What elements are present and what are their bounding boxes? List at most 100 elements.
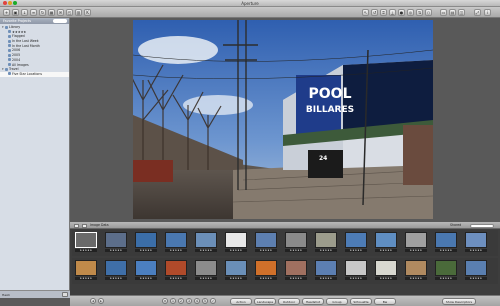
book-button[interactable]: ▥ [75,9,82,16]
thumbnail-rating: ★★★★★ [135,277,157,280]
thumbnail[interactable]: ★★★★★ [374,260,398,281]
browser-bar-right-label: Shared [450,223,462,227]
web-gallery-button[interactable]: ◰ [66,9,73,16]
rotate-button[interactable]: ↻ [39,9,46,16]
keyword-button-outdoor[interactable]: Outdoor [278,298,300,305]
thumbnail-image [105,260,127,276]
sidebar-item-label: All Images [12,62,29,67]
stack-button[interactable]: ≡ [30,9,37,16]
thumbnail-image [195,232,217,248]
thumbnail[interactable]: ★★★★★ [194,260,218,281]
new-project-button[interactable]: + [3,9,10,16]
browser-search-field[interactable] [470,223,494,228]
thumbnail[interactable]: ★★★★★ [314,232,338,253]
smart-album-icon [8,34,11,38]
keyword-button-silhouette[interactable]: Silhouette [350,298,372,305]
email-button[interactable]: ✉ [57,9,64,16]
viewer-mode-button[interactable]: ▭ [440,9,447,16]
lift-stamp-tool-button[interactable]: ⇅ [416,9,423,16]
sidebar-item-label: Five Star Locations [12,71,43,76]
thumbnail-rating: ★★★★★ [315,249,337,252]
straighten-tool-button[interactable]: ⟂ [389,9,396,16]
loupe-tool-button[interactable]: ○ [425,9,432,16]
next-image-button[interactable]: ▸ [98,298,104,304]
keyword-button[interactable]: K [84,9,91,16]
thumbnail[interactable]: ★★★★★ [284,260,308,281]
keyword-button-headshot[interactable]: Headshot [302,298,324,305]
crop-tool-button[interactable]: ⌗ [380,9,387,16]
thumbnail-image [165,232,187,248]
rating-button[interactable]: 2 [178,298,184,304]
thumbnail[interactable]: ★★★★★ [464,232,488,253]
select-button[interactable]: ✓ [210,298,216,304]
rating-button[interactable]: 5 [202,298,208,304]
browser-bar-label[interactable]: Image Data [90,222,109,229]
view-toggle-icon[interactable] [82,223,87,228]
sidebar-item-label: In the Last Month [12,43,40,48]
action-menu-icon[interactable] [62,292,68,297]
browser-pane: Image Data Shared ★★★★★ ★★★★★ ★★★★★ ★★★★★ ★★… [70,222,500,306]
spot-patch-tool-button[interactable]: ◎ [407,9,414,16]
thumbnail-image [255,232,277,248]
thumbnail[interactable]: ★★★★★ [104,232,128,253]
keyword-button-action[interactable]: Action [230,298,252,305]
thumbnail[interactable]: ★★★★★ [74,232,98,253]
thumbnail[interactable]: ★★★★★ [74,260,98,281]
thumbnail[interactable]: ★★★★★ [104,260,128,281]
thumbnail[interactable]: ★★★★★ [374,232,398,253]
keyword-button-group[interactable]: Group [326,298,348,305]
thumbnail[interactable]: ★★★★★ [134,260,158,281]
full-screen-button[interactable]: ⤢ [474,9,481,16]
show-descriptors-button[interactable]: Show Descriptors [442,298,476,305]
window-title: Aperture [241,1,259,6]
thumbnail-image [225,260,247,276]
sidebar-search-field[interactable] [53,19,67,23]
thumbnail[interactable]: ★★★★★ [194,232,218,253]
door-number-text: 24 [319,155,327,162]
thumbnail[interactable]: ★★★★★ [164,260,188,281]
reject-button[interactable]: × [162,298,168,304]
thumbnail[interactable]: ★★★★★ [344,232,368,253]
new-album-button[interactable]: ▣ [12,9,19,16]
thumbnail[interactable]: ★★★★★ [464,260,488,281]
thumbnail[interactable]: ★★★★★ [404,260,428,281]
thumbnail[interactable]: ★★★★★ [164,232,188,253]
select-tool-button[interactable]: ↖ [362,9,369,16]
view-toggle-icon[interactable] [74,223,79,228]
sidebar-item-label: 2006 [12,48,21,53]
rating-button[interactable]: 1 [170,298,176,304]
thumbnail[interactable]: ★★★★★ [434,260,458,281]
sidebar-item-label: ★★★★★ [12,29,27,34]
lightbox-button[interactable]: ▦ [48,9,55,16]
thumbnail[interactable]: ★★★★★ [284,232,308,253]
thumbnail[interactable]: ★★★★★ [254,260,278,281]
thumbnail[interactable]: ★★★★★ [344,260,368,281]
thumbnail-row-1: ★★★★★ ★★★★★ ★★★★★ ★★★★★ ★★★★★ ★★★★★ ★★★★★ ★★★★★… [72,230,498,256]
keyword-button-landscape[interactable]: Landscape [254,298,276,305]
thumbnail-rating: ★★★★★ [435,277,457,280]
thumbnail[interactable]: ★★★★★ [314,260,338,281]
thumbnail[interactable]: ★★★★★ [224,260,248,281]
thumbnail[interactable]: ★★★★★ [224,232,248,253]
library-icon [5,25,8,29]
thumbnail[interactable]: ★★★★★ [404,232,428,253]
thumbnail-rating: ★★★★★ [405,277,427,280]
import-button[interactable]: ↓ [21,9,28,16]
browser-mode-button[interactable]: ▤ [449,9,456,16]
rating-button[interactable]: 4 [194,298,200,304]
rating-button[interactable]: 3 [186,298,192,304]
sidebar-item-five-star-locations[interactable]: Five Star Locations [0,71,69,77]
keyword-button-bw[interactable]: Bw [374,298,396,305]
inspector-button[interactable]: i [484,9,491,16]
main-photo[interactable]: POOL BILLARES 24 [133,20,433,219]
thumbnail-image [255,260,277,276]
previous-image-button[interactable]: ◂ [90,298,96,304]
split-mode-button[interactable]: ◫ [458,9,465,16]
redeye-tool-button[interactable]: ● [398,9,405,16]
sidebar-item-label: Library [9,25,21,29]
thumbnail-image [105,232,127,248]
rotate-tool-button[interactable]: ↺ [371,9,378,16]
thumbnail[interactable]: ★★★★★ [254,232,278,253]
thumbnail[interactable]: ★★★★★ [434,232,458,253]
thumbnail[interactable]: ★★★★★ [134,232,158,253]
